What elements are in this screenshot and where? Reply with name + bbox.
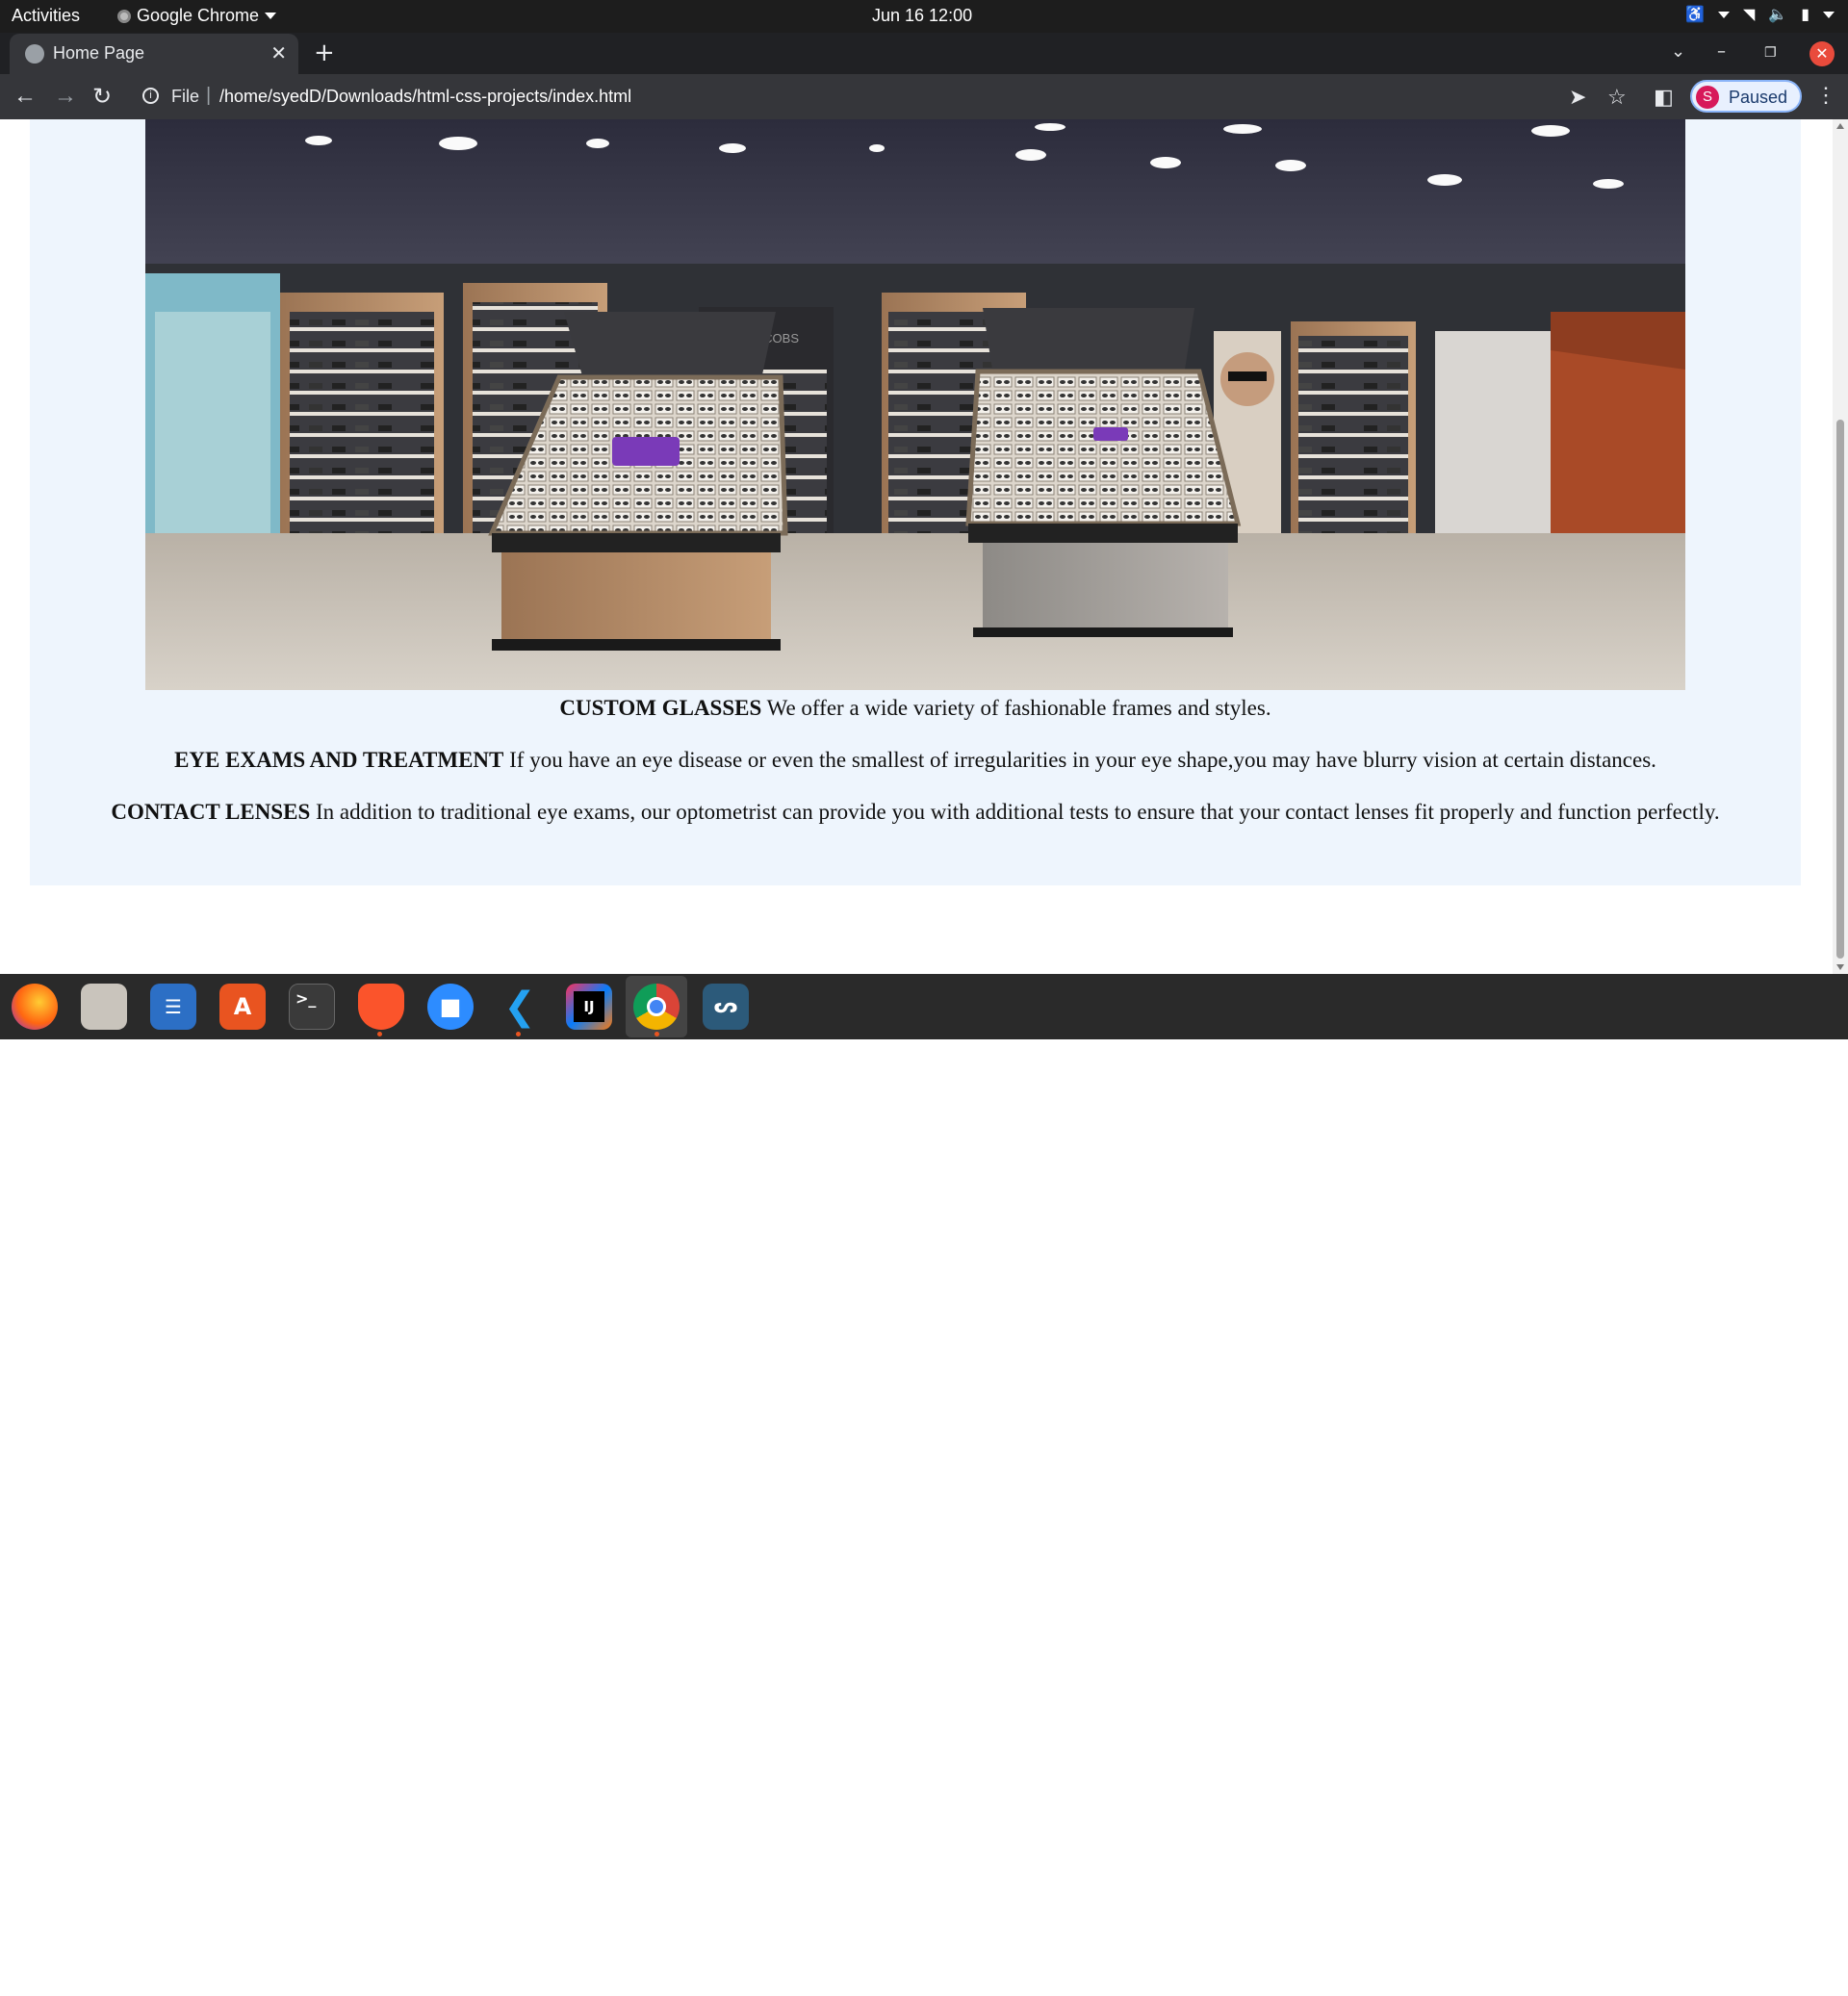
service-custom-glasses: CUSTOM GLASSES We offer a wide variety o… <box>30 695 1801 722</box>
url-scheme: File <box>171 87 200 106</box>
terminal-icon[interactable]: >_ <box>289 984 335 1030</box>
running-indicator <box>377 1032 382 1036</box>
menu-icon[interactable]: ⋮ <box>1815 83 1836 108</box>
app-menu-label: Google Chrome <box>137 6 260 25</box>
tab-search-icon[interactable]: ⌄ <box>1671 41 1685 62</box>
close-tab-icon[interactable]: ✕ <box>270 41 287 65</box>
scrollbar-thumb[interactable] <box>1836 420 1844 959</box>
accessibility-icon[interactable]: ♿ <box>1685 5 1705 24</box>
tab-title: Home Page <box>53 43 145 63</box>
service-text: We offer a wide variety of fashionable f… <box>766 696 1271 720</box>
new-tab-button[interactable]: + <box>314 38 335 67</box>
profile-button[interactable]: S Paused <box>1690 80 1802 113</box>
chevron-down-icon <box>265 13 277 19</box>
store-image: JOHN JACOBS <box>145 119 1685 690</box>
page-viewport[interactable]: JOHN JACOBS <box>0 119 1833 974</box>
mysql-workbench-icon[interactable]: ᔕ <box>703 984 749 1030</box>
brave-icon[interactable] <box>358 984 404 1030</box>
dock: ☰ A >_ ■ ❮ IJ ᔕ <box>0 974 1848 1996</box>
firefox-icon[interactable] <box>12 984 58 1030</box>
services-list: CUSTOM GLASSES We offer a wide variety o… <box>30 695 1801 851</box>
service-eye-exams: EYE EXAMS AND TREATMENT If you have an e… <box>30 747 1801 774</box>
service-text: In addition to traditional eye exams, ou… <box>315 800 1720 824</box>
running-indicator <box>654 1032 659 1036</box>
globe-icon <box>25 44 44 64</box>
close-window-button[interactable]: ✕ <box>1810 41 1835 66</box>
reload-icon[interactable]: ↻ <box>92 83 112 111</box>
bookmark-star-icon[interactable]: ☆ <box>1607 85 1627 110</box>
app-menu[interactable]: Google Chrome <box>117 6 277 26</box>
clock[interactable]: Jun 16 12:00 <box>872 6 972 26</box>
minimize-icon[interactable]: – <box>1717 41 1726 62</box>
service-title: EYE EXAMS AND TREATMENT <box>174 748 504 772</box>
service-title: CUSTOM GLASSES <box>559 696 762 720</box>
restore-icon[interactable]: ❐ <box>1764 45 1777 61</box>
service-contact-lenses: CONTACT LENSES In addition to traditiona… <box>30 799 1801 826</box>
forward-icon[interactable]: → <box>54 83 77 110</box>
running-indicator <box>516 1032 521 1036</box>
avatar: S <box>1696 86 1719 109</box>
activities-button[interactable]: Activities <box>12 6 80 26</box>
url-separator: | <box>206 85 212 106</box>
send-icon[interactable]: ➤ <box>1569 85 1586 110</box>
chevron-down-icon <box>1823 11 1835 18</box>
chrome-center-icon <box>647 997 666 1016</box>
back-icon[interactable]: ← <box>13 83 37 110</box>
service-text: If you have an eye disease or even the s… <box>509 748 1656 772</box>
scroll-down-icon[interactable] <box>1836 964 1844 970</box>
software-center-icon[interactable]: A <box>219 984 266 1030</box>
scroll-up-icon[interactable] <box>1836 123 1844 129</box>
chrome-app-icon <box>117 9 131 23</box>
wifi-icon: ◥ <box>1742 7 1756 23</box>
files-icon[interactable] <box>81 984 127 1030</box>
services-section: JOHN JACOBS <box>30 119 1801 885</box>
tab-strip: Home Page ✕ <box>0 33 1848 74</box>
address-bar[interactable]: i File | /home/syedD/Downloads/html-css-… <box>135 80 1559 115</box>
url-text[interactable]: /home/syedD/Downloads/html-css-projects/… <box>219 87 631 107</box>
service-title: CONTACT LENSES <box>111 800 311 824</box>
chrome-icon[interactable] <box>633 984 680 1030</box>
vertical-scrollbar[interactable] <box>1833 119 1848 974</box>
chevron-down-icon <box>1717 11 1730 18</box>
volume-icon: 🔈 <box>1768 7 1788 23</box>
system-tray[interactable]: ♿ ◥ 🔈 ▮ <box>1685 5 1835 24</box>
vscode-icon[interactable]: ❮ <box>497 984 543 1030</box>
intellij-icon[interactable]: IJ <box>566 984 612 1030</box>
side-panel-icon[interactable]: ◧ <box>1654 85 1674 110</box>
info-icon[interactable]: i <box>142 88 159 104</box>
text-editor-icon[interactable]: ☰ <box>150 984 196 1030</box>
system-top-bar: Activities Google Chrome Jun 16 12:00 ♿ … <box>0 0 1848 33</box>
show-apps-icon[interactable] <box>1796 1965 1827 1996</box>
tab-home-page[interactable]: Home Page ✕ <box>10 34 298 74</box>
zoom-icon[interactable]: ■ <box>427 984 474 1030</box>
profile-status: Paused <box>1729 88 1788 107</box>
browser-toolbar: ← → ↻ i File | /home/syedD/Downloads/htm… <box>0 74 1848 119</box>
battery-icon: ▮ <box>1801 7 1810 23</box>
